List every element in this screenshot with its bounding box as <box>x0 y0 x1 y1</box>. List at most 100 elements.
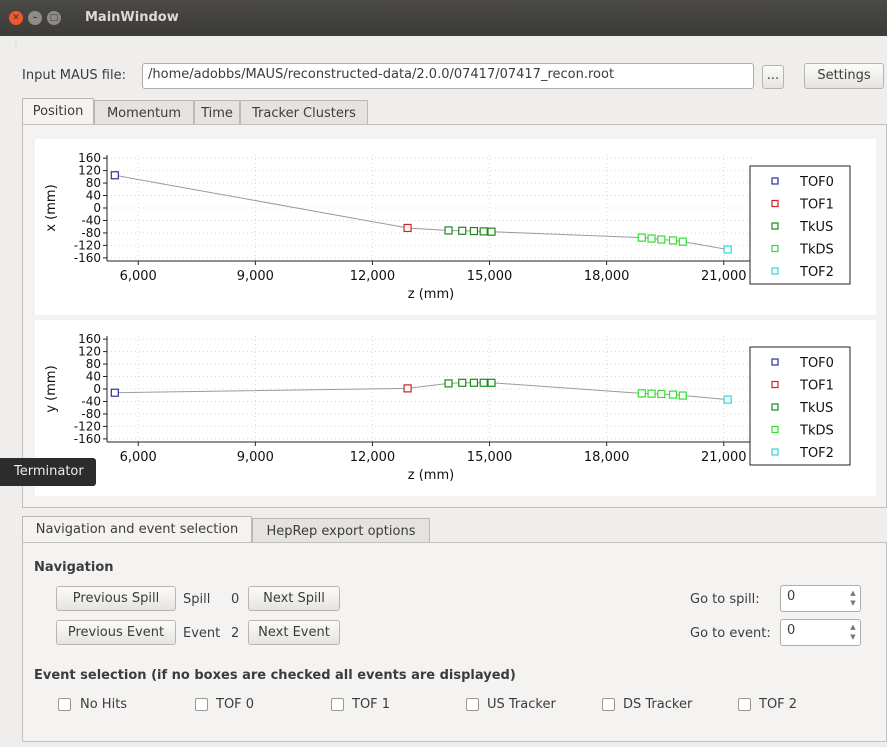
marker-tkus <box>479 378 488 387</box>
marker-tkds <box>637 233 646 242</box>
checkbox-no-hits[interactable] <box>58 698 71 711</box>
spill-value: 0 <box>231 592 240 607</box>
goto-spill-spinbox[interactable]: 0 ▲ ▼ <box>780 585 861 612</box>
browse-button[interactable]: ... <box>762 65 784 89</box>
x-tick-label: 6,000 <box>120 450 157 465</box>
legend-label-tkus: TkUS <box>799 220 833 235</box>
marker-tof2 <box>723 245 732 254</box>
y-tick-label: -160 <box>74 251 101 265</box>
checkbox-us-tracker[interactable] <box>466 698 479 711</box>
legend-marker-tkus <box>771 403 779 411</box>
tab-heprep-export[interactable]: HepRep export options <box>252 518 430 543</box>
y-axis-label: y (mm) <box>44 365 59 412</box>
checkbox-tof1[interactable] <box>331 698 344 711</box>
tab-position[interactable]: Position <box>22 98 94 125</box>
marker-tkus <box>469 378 479 387</box>
spin-up-icon[interactable]: ▲ <box>848 623 858 631</box>
maximize-button[interactable]: □ <box>47 11 61 25</box>
goto-event-label: Go to event: <box>690 626 771 641</box>
legend-marker-tkus <box>771 222 779 230</box>
marker-tkds <box>657 389 666 399</box>
x-position-plot: 160 120 80 40 0 -40 -80 -120 -160 6,000 9,000 12,00… <box>35 139 876 315</box>
terminator-tooltip: Terminator <box>0 458 96 486</box>
marker-tkus <box>479 227 488 236</box>
checkbox-label-us-tracker: US Tracker <box>487 697 556 712</box>
spin-down-icon[interactable]: ▼ <box>848 633 858 641</box>
x-axis-label: z (mm) <box>408 468 454 483</box>
x-tick-label: 15,000 <box>467 450 512 465</box>
x-tick-label: 18,000 <box>584 450 630 465</box>
window-title: MainWindow <box>85 10 179 25</box>
marker-tkus <box>469 226 479 236</box>
marker-tkus <box>458 226 467 235</box>
legend-marker-tof0 <box>771 177 779 185</box>
checkbox-ds-tracker[interactable] <box>602 698 615 711</box>
spin-down-icon[interactable]: ▼ <box>848 599 858 607</box>
legend-marker-tof2 <box>771 448 779 456</box>
goto-spill-label: Go to spill: <box>690 592 760 607</box>
legend-label-tof0: TOF0 <box>799 356 834 371</box>
event-value: 2 <box>231 626 240 641</box>
x-tick-label: 6,000 <box>120 269 157 284</box>
marker-tkds <box>647 234 656 243</box>
goto-event-spinbox[interactable]: 0 ▲ ▼ <box>780 619 861 646</box>
settings-button[interactable]: Settings <box>804 63 884 89</box>
legend-marker-tof1 <box>771 199 779 208</box>
tab-navigation[interactable]: Navigation and event selection <box>22 516 252 543</box>
checkbox-tof0[interactable] <box>195 698 208 711</box>
navigation-heading: Navigation <box>34 560 114 575</box>
y-axis-label: x (mm) <box>44 184 59 231</box>
marker-tkus <box>444 379 453 388</box>
spill-label: Spill <box>183 592 211 607</box>
legend-label-tof1: TOF1 <box>799 198 834 213</box>
close-button[interactable]: ✕ <box>9 11 23 25</box>
tab-momentum[interactable]: Momentum <box>94 100 194 125</box>
tab-tracker-clusters[interactable]: Tracker Clusters <box>240 100 368 125</box>
x-tick-label: 9,000 <box>237 269 274 284</box>
previous-event-button[interactable]: Previous Event <box>56 620 176 645</box>
checkbox-label-tof2: TOF 2 <box>759 697 798 712</box>
x-tick-label: 15,000 <box>467 269 512 284</box>
legend-label-tkds: TkDS <box>799 424 834 439</box>
tab-time[interactable]: Time <box>194 100 240 125</box>
marker-tkus <box>458 378 467 387</box>
marker-tof1 <box>403 384 412 393</box>
title-bar: ✕ – □ MainWindow <box>0 0 887 36</box>
legend-label-tof2: TOF2 <box>799 446 834 461</box>
legend-marker-tof2 <box>771 267 779 275</box>
x-tick-label: 18,000 <box>584 269 630 284</box>
minimize-button[interactable]: – <box>28 11 42 25</box>
checkbox-tof2[interactable] <box>738 698 751 711</box>
previous-spill-button[interactable]: Previous Spill <box>56 586 176 611</box>
x-tick-label: 12,000 <box>350 269 396 284</box>
x-position-chart: 16012080400-40-80-120-1606,000 9,000 12,00… <box>44 151 851 302</box>
minimize-icon: – <box>32 13 38 23</box>
legend-label-tof2: TOF2 <box>799 265 834 280</box>
next-spill-button[interactable]: Next Spill <box>248 586 340 611</box>
x-tick-label: 21,000 <box>701 450 747 465</box>
marker-tof1 <box>403 223 412 233</box>
spin-up-icon[interactable]: ▲ <box>848 589 858 597</box>
checkbox-label-tof1: TOF 1 <box>352 697 391 712</box>
marker-tkus <box>487 227 496 236</box>
marker-tkds <box>647 389 656 398</box>
x-axis-label: z (mm) <box>408 287 454 302</box>
checkbox-label-tof0: TOF 0 <box>216 697 255 712</box>
track-line <box>114 382 728 401</box>
legend-marker-tkds <box>771 425 779 434</box>
marker-tkds <box>657 235 666 244</box>
goto-spill-value: 0 <box>787 589 796 604</box>
marker-tkds <box>637 389 646 398</box>
x-tick-label: 21,000 <box>701 269 747 284</box>
legend-marker-tof1 <box>771 380 779 389</box>
marker-tof0 <box>110 171 119 180</box>
checkbox-label-ds-tracker: DS Tracker <box>623 697 693 712</box>
input-file-label: Input MAUS file: <box>22 68 126 83</box>
marker-tkds <box>678 237 687 246</box>
maximize-icon: □ <box>49 13 59 23</box>
marker-tkds <box>668 236 678 245</box>
input-file-field[interactable]: /home/adobbs/MAUS/reconstructed-data/2.0… <box>142 63 754 89</box>
legend-label-tkds: TkDS <box>799 243 834 258</box>
next-event-button[interactable]: Next Event <box>248 620 340 645</box>
close-icon: ✕ <box>12 13 20 23</box>
